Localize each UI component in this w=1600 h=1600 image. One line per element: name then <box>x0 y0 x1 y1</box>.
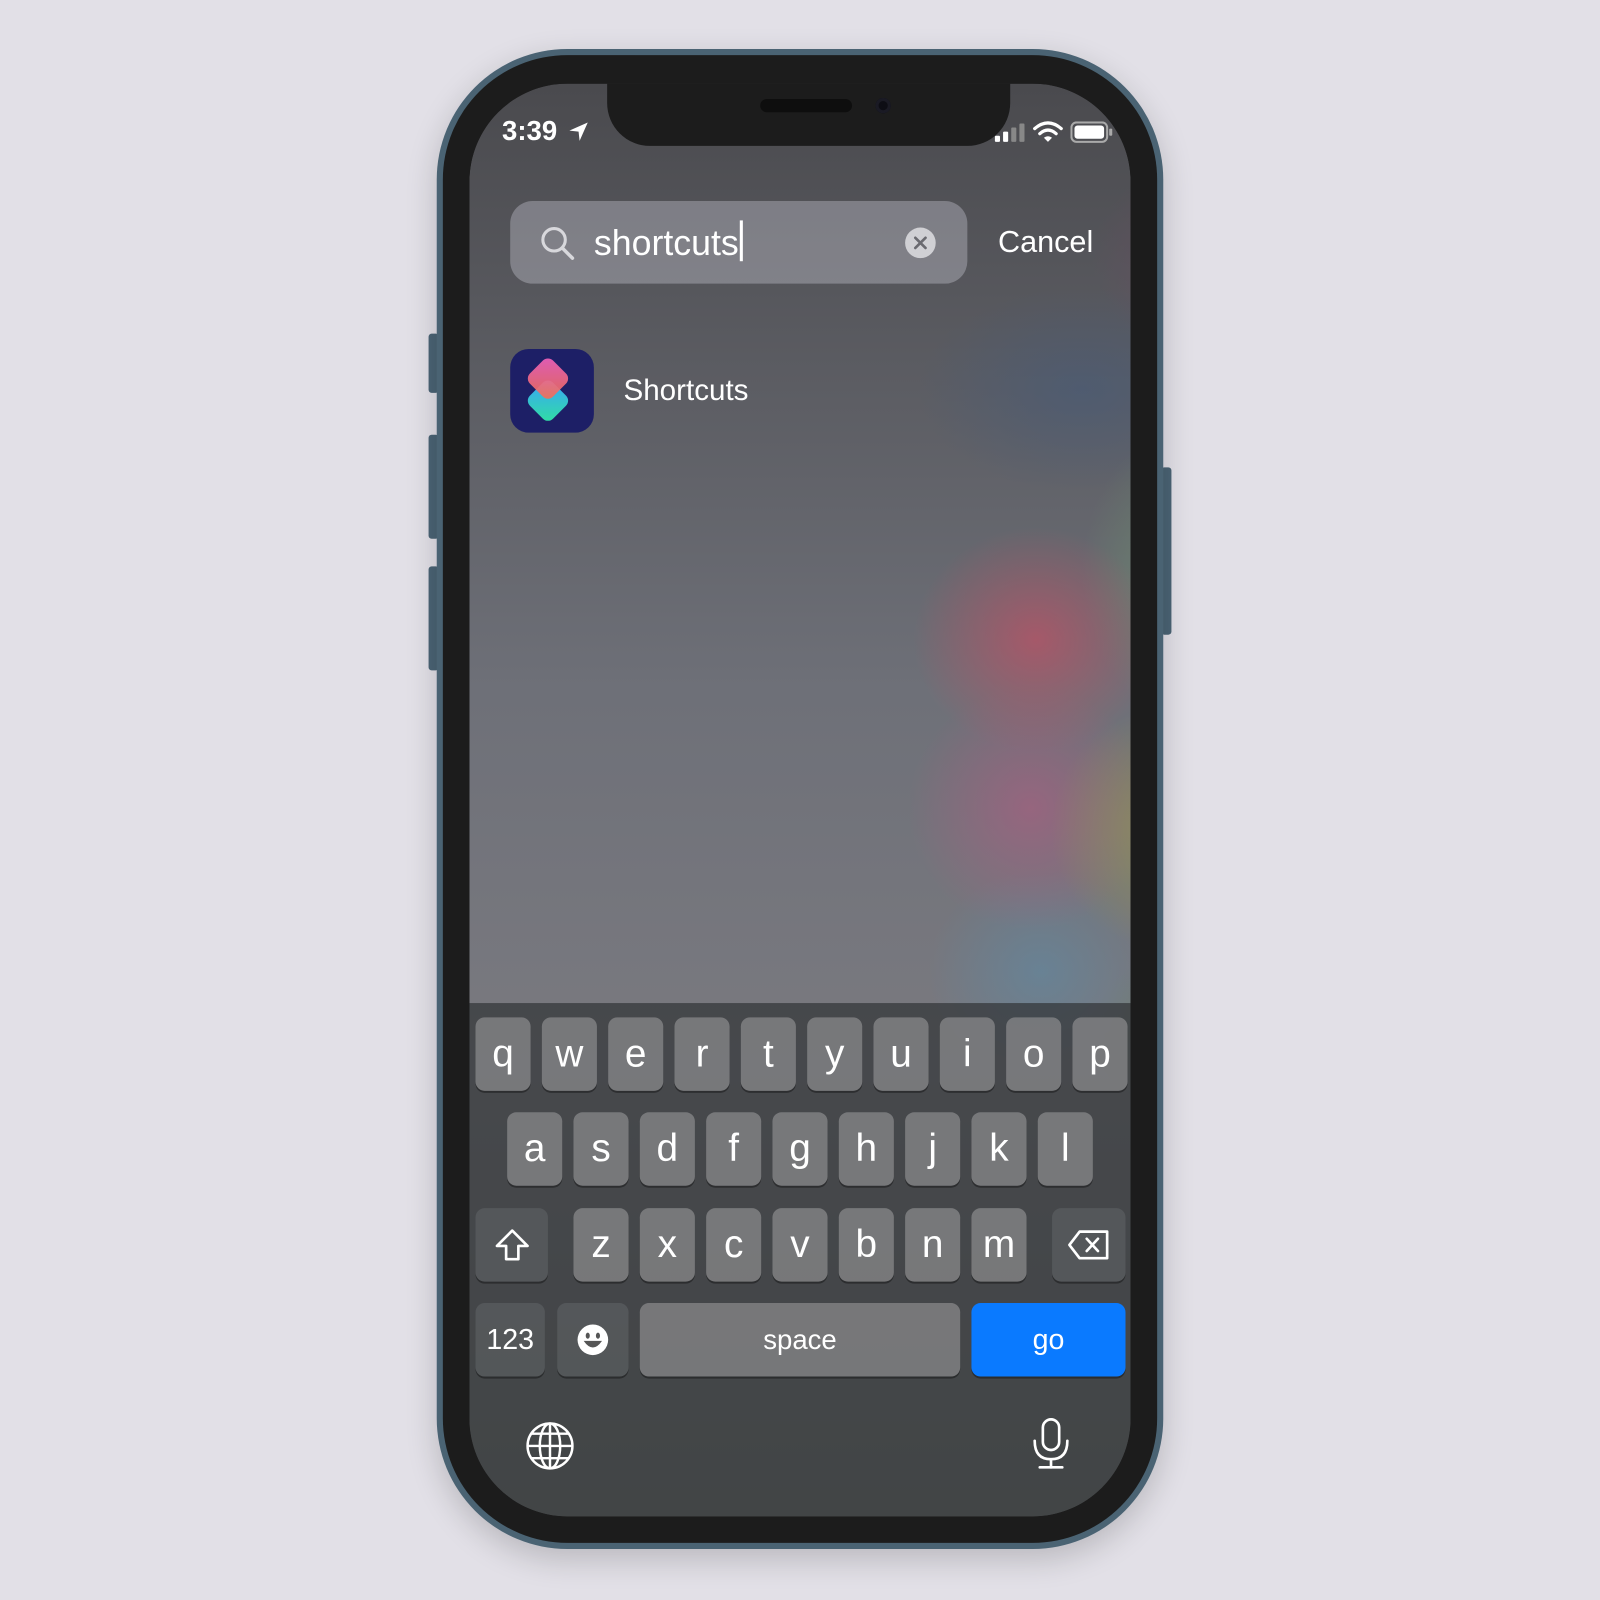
key-j[interactable]: j <box>905 1112 961 1186</box>
backspace-icon <box>1068 1230 1109 1260</box>
key-s[interactable]: s <box>573 1112 629 1186</box>
key-u[interactable]: u <box>873 1017 929 1091</box>
key-v[interactable]: v <box>772 1208 828 1282</box>
emoji-key[interactable] <box>557 1303 629 1377</box>
magnifier-icon <box>541 227 575 260</box>
key-c[interactable]: c <box>706 1208 762 1282</box>
phone-screen: 3:39 shortcuts Cancel Shortcuts q w e r … <box>469 83 1131 1517</box>
key-y[interactable]: y <box>807 1017 863 1091</box>
battery-icon <box>1070 121 1113 143</box>
shift-arrow-icon <box>495 1229 529 1261</box>
key-e[interactable]: e <box>608 1017 664 1091</box>
key-w[interactable]: w <box>541 1017 597 1091</box>
key-h[interactable]: h <box>838 1112 894 1186</box>
shortcuts-app-icon <box>510 348 594 433</box>
front-camera <box>875 97 891 114</box>
key-k[interactable]: k <box>971 1112 1027 1186</box>
key-b[interactable]: b <box>838 1208 894 1282</box>
key-g[interactable]: g <box>772 1112 828 1186</box>
microphone-icon[interactable] <box>1031 1416 1072 1471</box>
cancel-button[interactable]: Cancel <box>998 226 1093 261</box>
shift-key[interactable] <box>475 1208 548 1282</box>
delete-key[interactable] <box>1052 1208 1126 1282</box>
key-t[interactable]: t <box>740 1017 796 1091</box>
key-m[interactable]: m <box>971 1208 1027 1282</box>
key-o[interactable]: o <box>1006 1017 1062 1091</box>
space-key[interactable]: space <box>639 1303 961 1377</box>
key-i[interactable]: i <box>939 1017 995 1091</box>
key-d[interactable]: d <box>639 1112 695 1186</box>
key-q[interactable]: q <box>475 1017 531 1091</box>
emoji-icon <box>577 1324 609 1356</box>
numbers-key[interactable]: 123 <box>475 1303 545 1377</box>
search-query: shortcuts <box>593 223 739 264</box>
clear-search-button[interactable] <box>905 227 936 259</box>
location-arrow-icon <box>569 122 588 141</box>
globe-icon[interactable] <box>524 1420 575 1471</box>
result-label: Shortcuts <box>623 374 749 408</box>
status-time: 3:39 <box>502 115 558 146</box>
search-result-item[interactable]: Shortcuts <box>510 348 918 433</box>
key-p[interactable]: p <box>1072 1017 1128 1091</box>
key-a[interactable]: a <box>507 1112 563 1186</box>
wifi-icon <box>1033 121 1063 142</box>
key-z[interactable]: z <box>573 1208 629 1282</box>
notch <box>607 83 1011 146</box>
search-input[interactable]: shortcuts <box>594 220 743 264</box>
key-n[interactable]: n <box>905 1208 961 1282</box>
key-l[interactable]: l <box>1037 1112 1093 1186</box>
key-x[interactable]: x <box>639 1208 695 1282</box>
go-key[interactable]: go <box>971 1303 1126 1377</box>
earpiece-speaker <box>760 98 853 113</box>
key-r[interactable]: r <box>674 1017 730 1091</box>
key-f[interactable]: f <box>706 1112 762 1186</box>
clear-x-icon <box>913 236 927 250</box>
text-caret <box>739 220 743 262</box>
